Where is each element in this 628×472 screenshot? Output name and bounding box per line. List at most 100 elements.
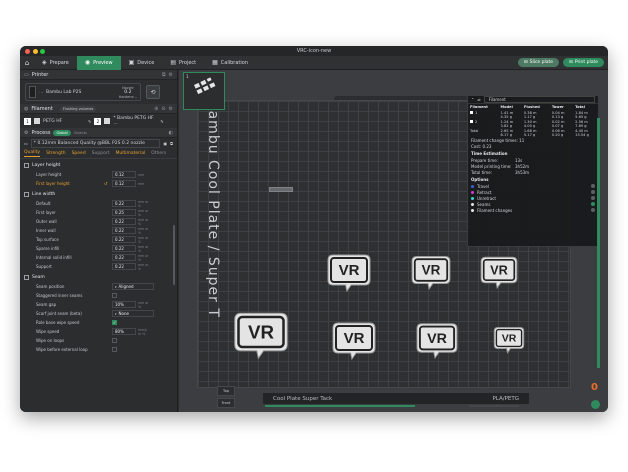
- param-input[interactable]: 10%: [112, 301, 136, 308]
- group-title: Layer height: [32, 163, 61, 168]
- wipe-tower[interactable]: [269, 187, 293, 192]
- filament-1-swatch[interactable]: [34, 118, 40, 124]
- process-profile-selector[interactable]: * 0.12mm Balanced Quality @BBL P2S 0.2 n…: [30, 139, 161, 148]
- filament-2-number[interactable]: 2: [94, 117, 102, 125]
- weight-value: 13.54 g: [575, 132, 589, 137]
- param-input[interactable]: 0.22: [112, 245, 136, 252]
- param-input[interactable]: 0.12: [112, 171, 136, 178]
- tab-project[interactable]: ▤ Project: [162, 56, 204, 70]
- tab-prepare[interactable]: ◈ Prepare: [34, 56, 77, 70]
- edit-icon[interactable]: ✎: [160, 119, 163, 124]
- checkbox[interactable]: [112, 338, 117, 343]
- minimize-window-button[interactable]: [32, 48, 38, 54]
- collapse-icon[interactable]: ⌃: [471, 97, 474, 102]
- visibility-toggle-icon[interactable]: [591, 196, 595, 200]
- top-view-button[interactable]: Top: [217, 386, 235, 396]
- reset-icon[interactable]: ↺: [104, 181, 112, 186]
- tab-support[interactable]: Support: [92, 151, 110, 156]
- scarf-seam-select[interactable]: ▾ None: [112, 310, 154, 317]
- edit-icon[interactable]: ✎: [88, 119, 91, 124]
- checkbox[interactable]: ✓: [112, 320, 117, 325]
- param-input[interactable]: 0.22: [112, 227, 136, 234]
- filament-icon: ◍: [24, 105, 29, 112]
- param-row: First layer 0.25 mm or %: [20, 208, 177, 217]
- param-row: Staggered inner seams: [20, 291, 177, 300]
- view-type-select[interactable]: Filament: [483, 96, 595, 103]
- time-label: Total time:: [471, 169, 492, 175]
- plate-material-label: PLA/PETG: [492, 395, 519, 402]
- param-unit: mm or %: [138, 300, 149, 309]
- settings-icon[interactable]: ⚙: [169, 106, 173, 112]
- visibility-toggle-icon[interactable]: [591, 208, 595, 212]
- save-icon[interactable]: ▣: [163, 141, 167, 146]
- tab-device[interactable]: ▣ Device: [121, 56, 163, 70]
- layer-slider-handle[interactable]: [591, 400, 600, 409]
- sidebar-scrollbar[interactable]: [173, 225, 175, 285]
- visibility-toggle-icon[interactable]: [591, 184, 595, 188]
- home-icon[interactable]: ⌂: [20, 56, 34, 70]
- option-row[interactable]: Filament changes: [468, 207, 598, 213]
- tab-others[interactable]: Others: [151, 151, 166, 156]
- tab-multimaterial[interactable]: Multimaterial: [115, 151, 145, 156]
- param-label: Wipe before external loop: [36, 347, 88, 352]
- visibility-toggle-icon[interactable]: [591, 190, 595, 194]
- param-unit: mm or %: [138, 208, 149, 217]
- tab-calibration[interactable]: ▦ Calibration: [204, 56, 256, 70]
- advanced-icon[interactable]: ◐: [169, 130, 173, 136]
- front-view-button[interactable]: Front: [217, 398, 235, 408]
- nozzle-selector[interactable]: Nozzle 0.2 Hardene...: [119, 86, 137, 99]
- param-label: First layer: [36, 210, 56, 215]
- filament-1-name[interactable]: PETG HF: [43, 119, 85, 124]
- close-window-button[interactable]: [25, 48, 30, 54]
- tab-device-label: Device: [137, 59, 155, 66]
- plate-thumbnail[interactable]: 1: [183, 72, 225, 110]
- flushing-volumes-button[interactable]: Flushing volumes: [59, 105, 97, 112]
- filament-1-number[interactable]: 1: [24, 117, 31, 125]
- objects-toggle[interactable]: Objects: [74, 131, 87, 135]
- time-value: 3h52m: [515, 163, 530, 169]
- checkbox[interactable]: [112, 347, 117, 352]
- move-slider[interactable]: [265, 405, 415, 407]
- param-input[interactable]: 0.12: [112, 180, 136, 187]
- remove-icon[interactable]: ⊖: [161, 106, 165, 112]
- param-unit: mm or %: [138, 253, 149, 262]
- param-input[interactable]: 0.22: [112, 254, 136, 261]
- param-input[interactable]: 0.22: [112, 236, 136, 243]
- add-icon[interactable]: ⊕: [154, 106, 158, 112]
- param-input[interactable]: 0.22: [112, 218, 136, 225]
- plate-vertical-label: Bambu Cool Plate / Super T: [205, 100, 221, 318]
- printer-sync-button[interactable]: ⟲: [146, 85, 160, 99]
- maximize-window-button[interactable]: [40, 48, 45, 54]
- layer-slider[interactable]: [597, 118, 600, 368]
- checkbox[interactable]: [112, 293, 117, 298]
- option-color-dot: [471, 190, 474, 194]
- filament-2-swatch[interactable]: [104, 118, 111, 124]
- settings-icon[interactable]: ⚙: [169, 72, 173, 78]
- slice-plate-button[interactable]: ⊟ Slice plate: [517, 58, 560, 67]
- 3d-viewport[interactable]: Bambu Cool Plate / Super T 1 VR VR VR VR VR V…: [179, 70, 608, 412]
- compare-icon[interactable]: ⧉: [170, 141, 173, 146]
- tab-preview[interactable]: ◉ Preview: [76, 55, 121, 70]
- toggle-icon[interactable]: ⇌: [477, 97, 480, 102]
- param-input[interactable]: 0.22: [112, 200, 136, 207]
- seam-position-select[interactable]: ▾ Aligned: [112, 283, 154, 290]
- option-color-dot: [471, 208, 474, 212]
- param-row: Scarf joint seam (beta) ▾ None: [20, 309, 177, 318]
- copy-icon[interactable]: ⧉: [162, 72, 166, 78]
- param-label: Seam position: [36, 284, 65, 289]
- param-input[interactable]: 80%: [112, 328, 136, 335]
- param-input[interactable]: 0.22: [112, 263, 136, 270]
- visibility-toggle-icon[interactable]: [591, 202, 595, 206]
- printer-selector[interactable]: ⋯ Bambu Lab P2S Nozzle 0.2 Hardene...: [25, 83, 141, 101]
- filament-2-name[interactable]: * Bambu PETG HF ...: [113, 116, 157, 126]
- weight-value: 0.20 g: [551, 132, 564, 137]
- tab-quality[interactable]: Quality: [24, 150, 41, 157]
- tab-strength[interactable]: Strength: [46, 151, 65, 156]
- line-width-icon: [24, 192, 29, 197]
- weight-value: 8.17 g: [500, 132, 512, 137]
- layer-height-icon: [24, 163, 29, 168]
- global-toggle[interactable]: Global: [53, 129, 71, 136]
- param-input[interactable]: 0.25: [112, 209, 136, 216]
- tab-speed[interactable]: Speed: [72, 151, 86, 156]
- print-plate-button[interactable]: ⊟ Print plate: [563, 58, 604, 67]
